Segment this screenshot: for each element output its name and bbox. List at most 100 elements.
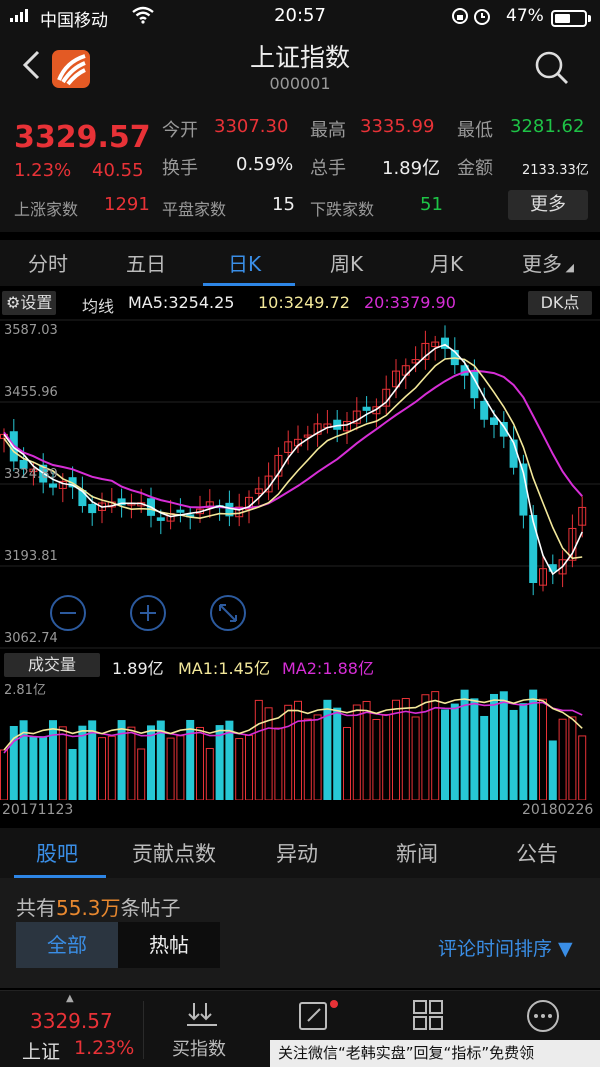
open-value: 3307.30 <box>214 116 289 137</box>
volume-bar <box>539 698 547 800</box>
tab-contribution[interactable]: 贡献点数 <box>132 838 216 868</box>
change-amount: 40.55 <box>92 160 144 181</box>
volume-bar <box>382 714 391 800</box>
post-count-prefix: 共有 <box>16 896 56 920</box>
search-icon[interactable] <box>534 50 570 86</box>
amount-value: 2133.33亿 <box>522 163 589 178</box>
settings-button[interactable]: ⚙设置 <box>2 291 57 315</box>
volume-bar <box>274 727 283 800</box>
down-count: 51 <box>420 194 443 215</box>
nav-price[interactable]: 3329.57 <box>30 1009 113 1033</box>
volume-indicator-button[interactable]: 成交量 <box>4 653 100 677</box>
tab-announcement[interactable]: 公告 <box>516 838 558 868</box>
battery-tip <box>588 15 591 22</box>
fullscreen-icon[interactable] <box>210 595 246 631</box>
start-date: 20171123 <box>2 802 74 818</box>
ma5-line <box>3 343 583 576</box>
filter-all-button[interactable]: 全部 <box>16 922 118 968</box>
filter-hot-button[interactable]: 热帖 <box>118 922 220 968</box>
volume-bar <box>568 716 577 800</box>
tab-monthly-k[interactable]: 月K <box>430 248 463 277</box>
axis-lowmid-label: 3324.89 <box>4 467 58 482</box>
settings-label: 设置 <box>20 293 53 312</box>
open-label: 今开 <box>162 120 198 141</box>
more-quote-button[interactable]: 更多 <box>508 190 588 220</box>
page-title: 上证指数 <box>249 43 350 72</box>
volume-bar <box>519 703 528 800</box>
zoom-in-icon[interactable] <box>130 595 166 631</box>
high-label: 最高 <box>310 120 346 141</box>
post-count-number: 55.3万 <box>56 896 121 920</box>
volume-ma2: MA2:1.88亿 <box>282 659 374 678</box>
gear-icon: ⚙ <box>6 293 21 312</box>
edit-note-icon[interactable] <box>298 999 338 1033</box>
volume-bar <box>548 740 557 800</box>
volume-bar <box>303 718 312 800</box>
tab-weekly-k[interactable]: 周K <box>330 248 363 277</box>
posts-panel: 共有55.3万条帖子 全部 热帖 评论时间排序 ▼ <box>0 878 600 988</box>
tab-more[interactable]: 更多 ◢ <box>522 248 574 277</box>
flat-count-label: 平盘家数 <box>162 200 227 219</box>
rotation-lock-icon <box>450 5 494 32</box>
volume-bar <box>147 725 155 800</box>
tab-forum[interactable]: 股吧 <box>36 838 78 868</box>
sort-button[interactable]: 评论时间排序 ▼ <box>438 934 573 961</box>
high-value: 3335.99 <box>360 116 435 137</box>
volume-bar <box>450 703 459 800</box>
axis-mid-label: 3455.96 <box>4 385 58 400</box>
down-count-label: 下跌家数 <box>310 200 375 219</box>
volume-bar <box>411 716 420 800</box>
volume-bar <box>490 693 498 800</box>
volume-bar <box>313 714 322 800</box>
ma20-value: 20:3379.90 <box>364 293 456 312</box>
amount-label: 金额 <box>457 158 493 179</box>
volume-bar <box>558 718 567 800</box>
volume-bar <box>186 719 195 800</box>
kline-candles <box>0 325 587 596</box>
tab-daily-k[interactable]: 日K <box>228 248 261 277</box>
candle-body <box>156 517 165 521</box>
volume-bar <box>205 747 214 800</box>
tab-more-label: 更多 <box>522 252 562 276</box>
volume-bar <box>499 691 508 800</box>
volume-bar <box>68 748 77 800</box>
tab-intraday[interactable]: 分时 <box>28 248 68 277</box>
date-axis: 20171123 20180226 <box>0 800 600 822</box>
volume-bar <box>372 719 381 800</box>
grid-menu-icon[interactable] <box>412 999 444 1031</box>
dk-point-button[interactable]: DK点 <box>528 291 592 315</box>
volume-bar <box>254 699 263 800</box>
tab-five-day[interactable]: 五日 <box>126 248 166 277</box>
turnover-label: 换手 <box>162 158 198 179</box>
more-options-icon[interactable] <box>526 999 560 1033</box>
buy-index-label[interactable]: 买指数 <box>172 1035 226 1061</box>
volume-bar <box>0 749 8 800</box>
ma10-value: 10:3249.72 <box>258 293 350 312</box>
candle-body <box>362 406 371 411</box>
axis-lower-label: 3193.81 <box>4 549 58 564</box>
volume-bar <box>137 748 146 800</box>
volume-bar <box>58 726 67 800</box>
post-count: 共有55.3万条帖子 <box>16 892 181 921</box>
ma20-line <box>3 369 583 510</box>
volume-bar <box>166 737 175 800</box>
volume-value: 1.89亿 <box>382 158 441 179</box>
watermark-banner: 关注微信“老韩实盘”回复“指标”免费领 <box>270 1040 600 1067</box>
tab-news[interactable]: 新闻 <box>396 838 438 868</box>
volume-bar <box>196 726 204 800</box>
post-count-suffix: 条帖子 <box>120 896 181 920</box>
volume-bar: 成交量 1.89亿 MA1:1.45亿 MA2:1.88亿 <box>0 650 600 680</box>
app-header: 上证指数 000001 <box>0 34 600 104</box>
zoom-out-icon[interactable] <box>50 595 86 631</box>
axis-top-label: 3587.03 <box>4 323 58 338</box>
buy-download-icon[interactable] <box>184 999 220 1033</box>
volume-chart[interactable]: 2.81亿 <box>0 680 600 800</box>
kline-chart[interactable]: 3587.03 3455.96 3324.89 3193.81 3062.74 <box>0 318 600 650</box>
volume-bar <box>176 735 185 800</box>
nav-index-name: 上证 <box>22 1041 61 1063</box>
quote-panel: 3329.57 1.23% 40.55 今开 3307.30 最高 3335.9… <box>0 104 600 232</box>
candle-body <box>49 483 57 488</box>
tab-movement[interactable]: 异动 <box>276 838 318 868</box>
axis-bottom-label: 3062.74 <box>4 631 58 646</box>
status-bar: 中国移动 20:57 47% <box>0 0 600 34</box>
